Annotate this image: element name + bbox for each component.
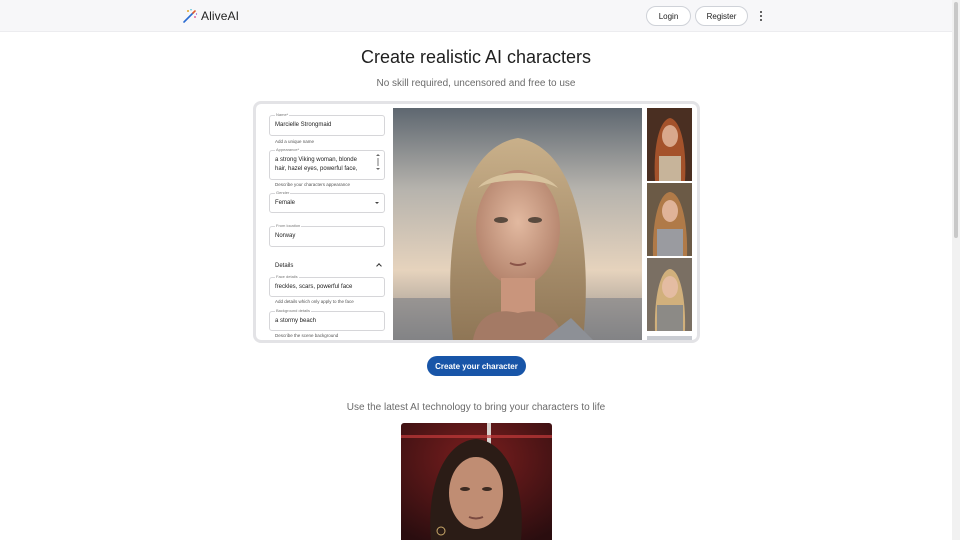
brand-name: AliveAI (201, 9, 240, 23)
details-section-label: Details (275, 263, 294, 269)
location-field[interactable]: From location Norway (269, 223, 385, 247)
appearance-line-2: hair, hazel eyes, powerful face, (275, 166, 358, 172)
brand-logo[interactable]: AliveAI (182, 8, 239, 24)
register-button[interactable]: Register (695, 6, 748, 26)
gender-select[interactable]: Gender Female (269, 190, 385, 213)
caret-down-icon (375, 202, 379, 204)
location-field-value: Norway (275, 233, 296, 239)
chevron-up-icon (376, 263, 382, 269)
textarea-scrollbar[interactable] (376, 154, 380, 170)
character-form: Name* Marcielle Strongmaid Add a unique … (263, 108, 393, 340)
generated-portrait-image (393, 108, 642, 340)
create-character-button[interactable]: Create your character (427, 356, 526, 376)
appearance-helper-text: Describe your characters appearance (275, 182, 351, 187)
thumbnail-image[interactable] (647, 183, 692, 256)
more-vertical-icon[interactable] (756, 9, 766, 23)
appearance-line-1: a strong Viking woman, blonde (275, 157, 357, 163)
appearance-textarea[interactable]: Appearance* a strong Viking woman, blond… (269, 147, 385, 180)
page-title: Create realistic AI characters (360, 47, 592, 67)
magic-wand-icon (183, 9, 198, 23)
background-details-value: a stormy beach (275, 318, 317, 324)
name-helper-text: Add a unique name (275, 139, 315, 144)
background-helper-text: Describe the scene background (275, 333, 339, 338)
background-details-label: Background details (275, 308, 312, 313)
details-accordion-header[interactable]: Details (275, 263, 385, 269)
name-field-label: Name* (275, 112, 290, 117)
login-button[interactable]: Login (646, 6, 691, 26)
demo-preview-frame: Name* Marcielle Strongmaid Add a unique … (253, 101, 700, 343)
thumbnail-image[interactable] (647, 258, 692, 331)
thumbnail-image[interactable] (647, 333, 692, 340)
page-subtitle: No skill required, uncensored and free t… (376, 78, 576, 89)
name-field[interactable]: Name* Marcielle Strongmaid (269, 112, 385, 136)
gender-select-value: Female (275, 200, 296, 206)
face-details-helper-text: Add details which only apply to the face (275, 299, 354, 304)
section-subtitle: Use the latest AI technology to bring yo… (346, 402, 606, 413)
thumbnail-strip (647, 108, 692, 340)
background-details-field[interactable]: Background details a stormy beach (269, 308, 385, 331)
face-details-label: Face details (275, 274, 299, 279)
location-field-label: From location (275, 223, 302, 228)
face-details-value: freckles, scars, powerful face (275, 284, 353, 290)
top-navbar: AliveAI Login Register (0, 0, 952, 32)
face-details-field[interactable]: Face details freckles, scars, powerful f… (269, 274, 385, 297)
page-scrollbar[interactable] (952, 0, 960, 540)
appearance-field-label: Appearance* (275, 147, 301, 152)
gender-field-label: Gender (275, 190, 291, 195)
name-field-value: Marcielle Strongmaid (275, 122, 332, 128)
scrollbar-thumb[interactable] (954, 2, 958, 238)
showcase-portrait-image (401, 423, 552, 540)
thumbnail-image[interactable] (647, 108, 692, 181)
